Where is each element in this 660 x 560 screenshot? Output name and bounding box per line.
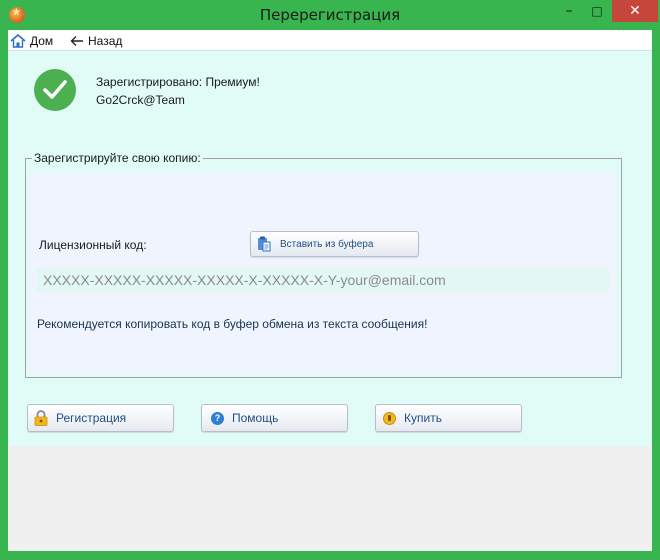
lock-icon <box>34 410 48 426</box>
coin-icon <box>383 411 396 425</box>
check-circle-icon <box>34 69 76 111</box>
question-icon: ? <box>211 411 224 425</box>
close-button[interactable]: ✕ <box>612 0 658 22</box>
title-bar[interactable]: Перерегистрация – □ ✕ <box>0 0 660 30</box>
license-label: Лицензионный код: <box>39 238 147 252</box>
buy-button[interactable]: Купить <box>375 404 522 432</box>
home-icon <box>10 33 26 48</box>
registered-to: Go2Crck@Team <box>96 93 185 107</box>
bottom-panel <box>8 446 652 551</box>
client-area: Дом Назад Зарегистрировано: Премиум! Go2… <box>8 30 652 551</box>
register-group: Зарегистрируйте свою копию: Лицензионный… <box>25 151 622 378</box>
register-button[interactable]: Регистрация <box>27 404 174 432</box>
window: Перерегистрация – □ ✕ Дом <box>0 0 660 560</box>
clipboard-icon <box>257 236 271 252</box>
buy-button-label: Купить <box>404 411 442 425</box>
maximize-button[interactable]: □ <box>584 0 610 22</box>
nav-back-label: Назад <box>88 33 123 48</box>
help-button[interactable]: ? Помощь <box>201 404 348 432</box>
register-button-label: Регистрация <box>56 411 127 425</box>
nav-bar: Дом Назад <box>8 30 652 51</box>
license-code-input[interactable] <box>37 268 610 292</box>
register-group-body: Лицензионный код: Вставить из буфера Рек… <box>28 173 616 373</box>
arrow-left-icon <box>70 35 84 47</box>
help-button-label: Помощь <box>232 411 279 425</box>
nav-back-link[interactable]: Назад <box>70 32 122 49</box>
register-group-title: Зарегистрируйте свою копию: <box>32 151 203 165</box>
nav-home-link[interactable]: Дом <box>10 32 53 49</box>
paste-button-label: Вставить из буфера <box>280 238 374 250</box>
minimize-button[interactable]: – <box>556 0 582 22</box>
nav-home-label: Дом <box>30 33 54 48</box>
registration-status: Зарегистрировано: Премиум! <box>96 75 260 89</box>
clipboard-hint: Рекомендуется копировать код в буфер обм… <box>37 317 428 331</box>
paste-from-clipboard-button[interactable]: Вставить из буфера <box>250 231 419 257</box>
